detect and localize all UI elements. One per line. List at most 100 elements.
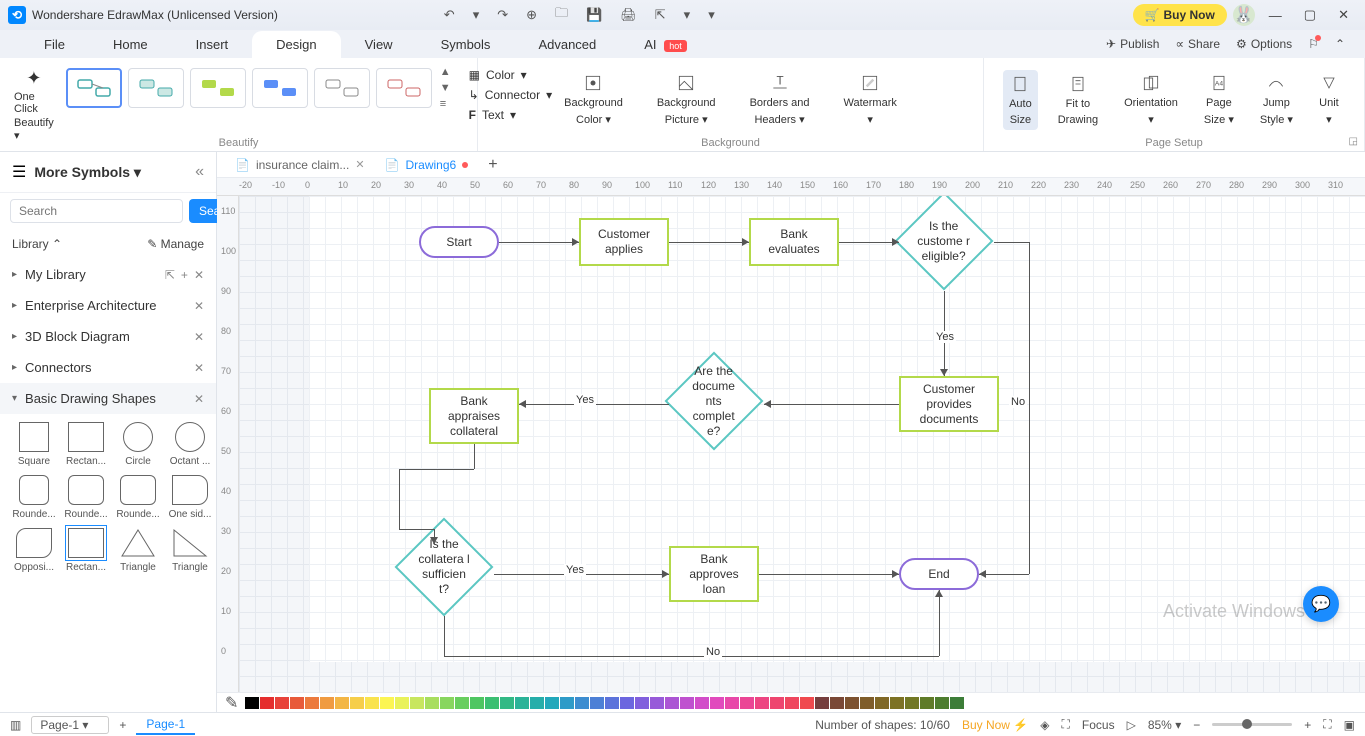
color-swatch[interactable] [290,697,304,709]
shape-rectangle-2[interactable]: Rectan... [62,528,110,573]
print-icon[interactable]: 🖨 [616,5,641,25]
page-area[interactable]: Start Customer applies Bank evaluates Is… [309,196,1365,662]
share-button[interactable]: ∝Share [1175,37,1220,51]
watermark-button[interactable]: Watermark▾ [836,69,905,130]
menu-ai[interactable]: AI hot [620,31,710,58]
remove-icon[interactable]: ✕ [194,299,204,313]
color-swatch[interactable] [725,697,739,709]
theme-2[interactable] [128,68,184,108]
color-swatch[interactable] [515,697,529,709]
color-swatch[interactable] [245,697,259,709]
theme-6[interactable] [376,68,432,108]
menu-home[interactable]: Home [89,31,172,58]
one-click-beautify-button[interactable]: ✦ One Click Beautify ▾ [10,64,58,146]
fullscreen-icon[interactable]: ⛶ [1062,717,1070,732]
background-picture-button[interactable]: BackgroundPicture ▾ [649,69,724,130]
color-swatch[interactable] [395,697,409,709]
collapse-panel-icon[interactable]: « [195,163,204,181]
color-swatch[interactable] [770,697,784,709]
color-swatch[interactable] [815,697,829,709]
publish-button[interactable]: ✈Publish [1106,37,1159,51]
collapse-ribbon-icon[interactable]: ⌃ [1335,37,1345,51]
unit-button[interactable]: Unit▾ [1313,69,1345,130]
menu-file[interactable]: File [20,31,89,58]
open-icon[interactable]: 🗀 [551,2,572,28]
zoom-level[interactable]: 85% ▾ [1148,718,1181,732]
shape-rounded-1[interactable]: Rounde... [10,475,58,520]
save-icon[interactable]: 💾 [582,5,606,25]
node-bank-evaluates[interactable]: Bank evaluates [749,218,839,266]
category-3d-block[interactable]: ▸3D Block Diagram✕ [0,321,216,352]
category-enterprise[interactable]: ▸Enterprise Architecture✕ [0,290,216,321]
node-bank-approves[interactable]: Bank approves loan [669,546,759,602]
add-tab-button[interactable]: + [478,156,507,174]
color-swatch[interactable] [560,697,574,709]
undo-icon[interactable]: ↶ [440,5,459,25]
shape-triangle-2[interactable]: Triangle [166,528,214,573]
color-swatch[interactable] [635,697,649,709]
color-swatch[interactable] [875,697,889,709]
remove-icon[interactable]: ✕ [194,330,204,344]
remove-icon[interactable]: ✕ [194,361,204,375]
tab-close-icon[interactable]: ✕ [355,158,364,171]
color-swatch[interactable] [920,697,934,709]
tab-drawing6[interactable]: 📄Drawing6 [375,154,479,176]
theme-prev-icon[interactable]: ▲ [438,64,453,80]
eyedropper-icon[interactable]: ✎ [225,693,238,713]
color-swatch[interactable] [335,697,349,709]
node-customer-docs[interactable]: Customer provides documents [899,376,999,432]
fit-window-icon[interactable]: ⛶ [1323,717,1331,732]
category-basic-shapes[interactable]: ▾Basic Drawing Shapes✕ [0,383,216,414]
avatar[interactable]: 🐰 [1233,4,1255,26]
color-swatch[interactable] [710,697,724,709]
layers-icon[interactable]: ◈ [1040,718,1049,732]
add-page-button[interactable]: + [119,718,126,732]
color-swatch[interactable] [455,697,469,709]
more-icon[interactable]: ▾ [704,5,719,25]
orientation-button[interactable]: Orientation▾ [1118,69,1184,130]
node-is-eligible[interactable]: Is the custome r eligible? [895,196,994,290]
color-swatch[interactable] [350,697,364,709]
color-swatch[interactable] [590,697,604,709]
options-button[interactable]: ⚙Options [1236,37,1292,51]
color-swatch[interactable] [680,697,694,709]
close-icon[interactable]: ✕ [1330,5,1357,25]
color-swatch[interactable] [695,697,709,709]
search-input[interactable] [10,199,183,223]
color-swatch[interactable] [410,697,424,709]
color-swatch[interactable] [275,697,289,709]
shape-opposite[interactable]: Opposi... [10,528,58,573]
color-swatch[interactable] [860,697,874,709]
new-icon[interactable]: ⊕ [522,5,541,25]
buy-now-link[interactable]: Buy Now ⚡ [962,718,1028,732]
remove-icon[interactable]: ✕ [194,392,204,406]
canvas[interactable]: Start Customer applies Bank evaluates Is… [239,196,1365,692]
color-swatch[interactable] [800,697,814,709]
theme-4[interactable] [252,68,308,108]
color-swatch[interactable] [575,697,589,709]
shape-circle[interactable]: Circle [114,422,162,467]
color-swatch[interactable] [545,697,559,709]
theme-more-icon[interactable]: ≡ [438,96,453,112]
page-setup-launcher-icon[interactable]: ◲ [1349,136,1358,147]
background-color-button[interactable]: BackgroundColor ▾ [556,69,631,130]
color-swatch[interactable] [260,697,274,709]
color-swatch[interactable] [425,697,439,709]
color-swatch[interactable] [470,697,484,709]
color-swatch[interactable] [365,697,379,709]
export-dropdown-icon[interactable]: ▾ [680,5,695,25]
page-size-button[interactable]: A4 PageSize ▾ [1198,69,1240,130]
color-swatch[interactable] [530,697,544,709]
color-swatch[interactable] [605,697,619,709]
theme-3[interactable] [190,68,246,108]
shape-square[interactable]: Square [10,422,58,467]
color-swatch[interactable] [755,697,769,709]
theme-5[interactable] [314,68,370,108]
theme-next-icon[interactable]: ▼ [438,80,453,96]
import-icon[interactable]: ⇱ [165,268,175,282]
page-tab[interactable]: Page-1 [136,715,195,735]
color-swatch[interactable] [785,697,799,709]
color-swatch[interactable] [905,697,919,709]
shape-one-side[interactable]: One sid... [166,475,214,520]
focus-button[interactable]: Focus [1082,718,1115,732]
